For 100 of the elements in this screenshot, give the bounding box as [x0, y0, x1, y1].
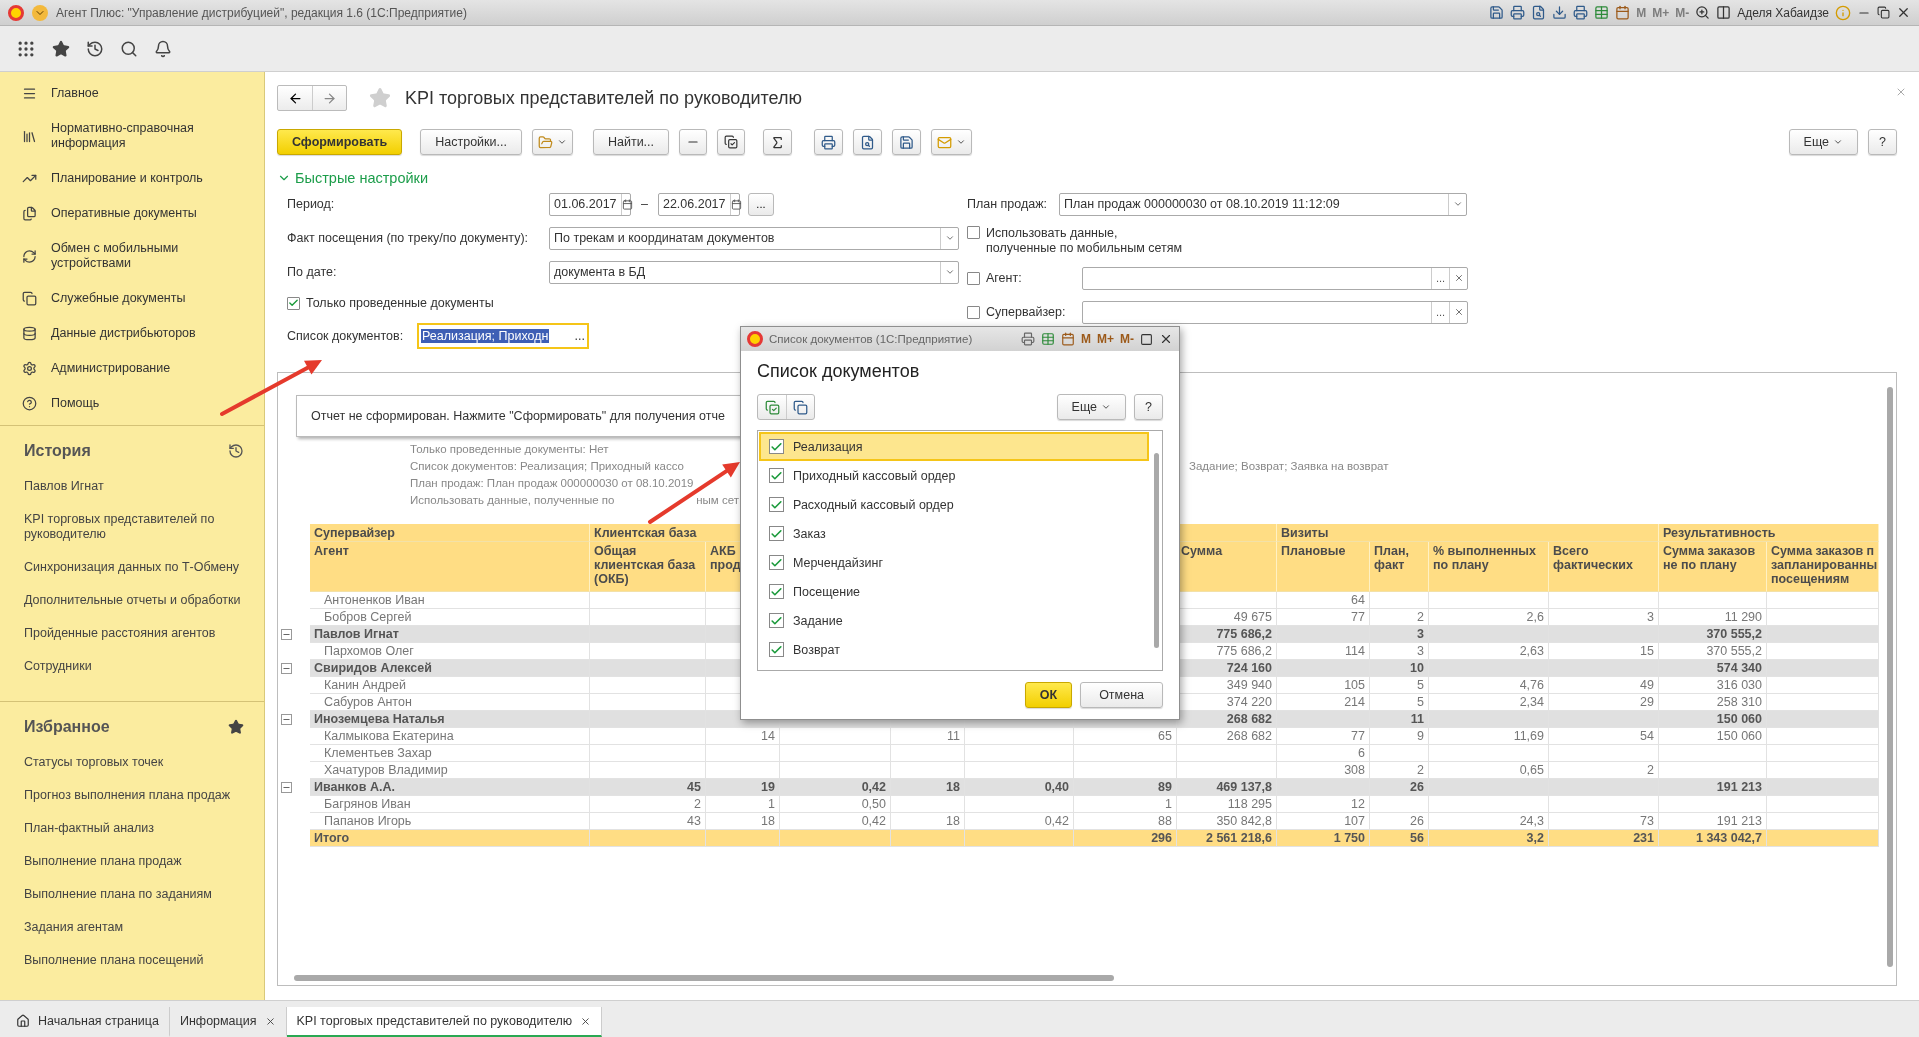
date-field[interactable]: 01.06.2017	[549, 192, 631, 216]
favorite-link[interactable]: Задания агентам	[0, 911, 262, 944]
date-field[interactable]: 22.06.2017	[657, 192, 740, 216]
window-tab[interactable]: Информация	[169, 1007, 287, 1037]
close-icon[interactable]	[264, 1015, 276, 1027]
favorite-link[interactable]: Прогноз выполнения плана продаж	[0, 779, 262, 812]
sidebar-item[interactable]: Главное	[0, 76, 264, 111]
history-icon[interactable]	[228, 443, 244, 459]
sum-button[interactable]	[763, 129, 793, 155]
sidebar-item[interactable]: Нормативно-справочная информация	[0, 111, 264, 161]
checkbox[interactable]	[967, 305, 980, 319]
help-button[interactable]: ?	[1134, 394, 1163, 420]
sidebar-item[interactable]: Обмен с мобильными устройствами	[0, 231, 264, 281]
collapse-toggle[interactable]	[281, 782, 292, 793]
more-button[interactable]: Еще	[1788, 129, 1859, 155]
history-link[interactable]: Павлов Игнат	[0, 470, 262, 503]
spreadsheet-icon[interactable]	[1041, 332, 1055, 346]
ok-button[interactable]: ОК	[1024, 682, 1073, 708]
save-button[interactable]	[892, 129, 922, 155]
checkbox[interactable]	[769, 555, 784, 570]
checkbox[interactable]	[769, 584, 784, 599]
document-list-field[interactable]: Реализация; Приходн ...	[417, 323, 589, 349]
checkbox[interactable]	[287, 296, 300, 310]
print-icon[interactable]	[1573, 5, 1589, 20]
memory-button[interactable]: M+	[1097, 332, 1114, 346]
list-item[interactable]: Задание	[759, 606, 1149, 635]
select-field[interactable]: План продаж 000000030 от 08.10.2019 11:12:09	[1059, 192, 1467, 216]
download-icon[interactable]	[1552, 5, 1568, 20]
collapse-toggle[interactable]	[281, 714, 292, 725]
favorite-link[interactable]: Статусы торговых точек	[0, 746, 262, 779]
restore-icon[interactable]	[1877, 6, 1890, 19]
checkbox[interactable]	[967, 271, 980, 285]
checkbox[interactable]	[769, 497, 784, 512]
history-link[interactable]: Дополнительные отчеты и обработки	[0, 584, 262, 617]
window-tab[interactable]: KPI торговых представителей по руководителю	[286, 1007, 603, 1037]
close-icon[interactable]	[1896, 5, 1911, 20]
sidebar-item[interactable]: Служебные документы	[0, 281, 264, 316]
bell-icon[interactable]	[154, 39, 172, 58]
select-field[interactable]: документа в БД	[549, 260, 959, 284]
favorite-link[interactable]: Выполнение плана продаж	[0, 845, 262, 878]
spreadsheet-icon[interactable]	[1594, 5, 1610, 20]
sidebar-item[interactable]: Администрирование	[0, 351, 264, 386]
close-icon[interactable]	[1159, 332, 1173, 346]
list-item[interactable]: Реализация	[759, 432, 1149, 461]
history-link[interactable]: Пройденные расстояния агентов	[0, 617, 262, 650]
sidebar-item[interactable]: Оперативные документы	[0, 196, 264, 231]
memory-button[interactable]: M-	[1120, 332, 1134, 346]
find-button[interactable]: Найти...	[592, 129, 670, 155]
checkbox[interactable]	[769, 439, 784, 454]
user-name[interactable]: Аделя Хабаидзе	[1737, 5, 1829, 20]
print-icon[interactable]	[1021, 332, 1035, 346]
cancel-button[interactable]: Отмена	[1080, 682, 1163, 708]
collapse-button[interactable]	[679, 129, 708, 155]
select-field[interactable]: По трекам и координатам документов	[549, 226, 959, 250]
more-button[interactable]: Еще	[1056, 394, 1127, 420]
checkbox[interactable]	[769, 468, 784, 483]
generate-button[interactable]: Сформировать	[277, 129, 403, 155]
quick-settings-toggle[interactable]: Быстрые настройки	[277, 168, 1897, 188]
collapse-toggle[interactable]	[281, 663, 292, 674]
print-button[interactable]	[814, 129, 844, 155]
sidebar-item[interactable]: Планирование и контроль	[0, 161, 264, 196]
favorite-link[interactable]: Выполнение плана посещений	[0, 944, 262, 977]
zoom-icon[interactable]	[1695, 5, 1711, 20]
history-link[interactable]: KPI торговых представителей по руководителю	[0, 503, 262, 551]
history-link[interactable]: Сотрудники	[0, 650, 262, 683]
variant-button[interactable]	[531, 129, 573, 155]
sidebar-item[interactable]: Помощь	[0, 386, 264, 421]
clear-icon[interactable]	[1453, 273, 1464, 283]
select-field[interactable]: ...	[1082, 266, 1468, 290]
sidebar-item[interactable]: Данные дистрибьюторов	[0, 316, 264, 351]
close-icon[interactable]	[580, 1015, 592, 1027]
calendar-icon[interactable]	[1615, 5, 1631, 20]
save-icon[interactable]	[1489, 5, 1505, 20]
preview-button[interactable]	[853, 129, 883, 155]
mail-button[interactable]	[931, 129, 973, 155]
search-icon[interactable]	[120, 39, 138, 58]
menu-dropdown[interactable]	[32, 4, 48, 21]
list-item[interactable]: Расходный кассовый ордер	[759, 490, 1149, 519]
checkbox[interactable]	[769, 642, 784, 657]
checkbox[interactable]	[769, 613, 784, 628]
expand-button[interactable]	[717, 129, 746, 155]
preview-icon[interactable]	[1531, 5, 1547, 20]
select-field[interactable]: ...	[1082, 300, 1468, 324]
list-item[interactable]: Приходный кассовый ордер	[759, 461, 1149, 490]
maximize-icon[interactable]	[1140, 332, 1153, 346]
settings-button[interactable]: Настройки...	[420, 129, 522, 155]
favorite-link[interactable]: Выполнение плана по заданиям	[0, 878, 262, 911]
collapse-toggle[interactable]	[281, 629, 292, 640]
print-icon[interactable]	[1510, 5, 1526, 20]
memory-button[interactable]: M	[1081, 332, 1091, 346]
window-tab[interactable]: Начальная страница	[6, 1007, 170, 1037]
star-icon[interactable]	[52, 39, 70, 58]
panels-icon[interactable]	[1716, 5, 1732, 20]
calendar-icon[interactable]	[1061, 332, 1075, 346]
clear-icon[interactable]	[1453, 307, 1464, 317]
checkbox[interactable]	[967, 226, 980, 239]
history-icon[interactable]	[86, 39, 104, 58]
star-icon[interactable]	[228, 719, 244, 735]
checkbox[interactable]	[769, 526, 784, 541]
period-button[interactable]: ...	[747, 192, 774, 216]
